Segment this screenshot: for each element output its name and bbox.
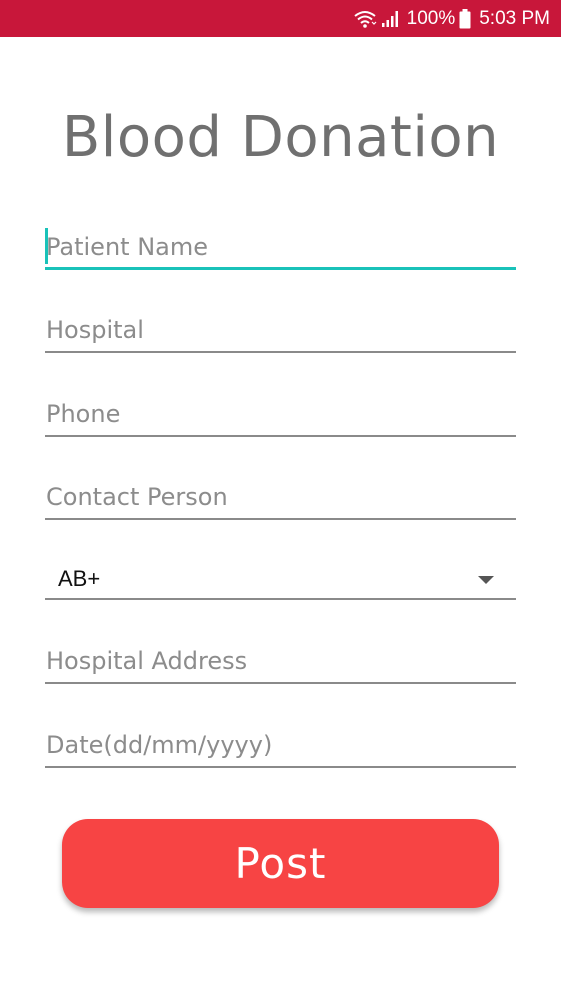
- blood-group-underline: [45, 598, 516, 600]
- status-bar: 100% 5:03 PM: [0, 0, 561, 37]
- blood-group-value: AB+: [58, 566, 101, 591]
- hospital-address-input[interactable]: [45, 640, 516, 682]
- hospital-field-wrapper: [45, 309, 516, 353]
- status-indicators: 100% 5:03 PM: [353, 0, 550, 37]
- date-underline: [45, 766, 516, 768]
- post-button[interactable]: Post: [62, 819, 499, 908]
- text-cursor: [45, 228, 48, 264]
- contact-person-field-wrapper: [45, 476, 516, 520]
- patient-name-input[interactable]: [45, 226, 516, 268]
- patient-name-field-wrapper: [45, 226, 516, 270]
- date-field-wrapper: [45, 724, 516, 768]
- phone-field-wrapper: [45, 393, 516, 437]
- dropdown-arrow-icon[interactable]: [478, 576, 494, 584]
- battery-icon: [459, 8, 471, 29]
- phone-input[interactable]: [45, 393, 516, 435]
- contact-person-input[interactable]: [45, 476, 516, 518]
- battery-percent: 100%: [406, 7, 456, 29]
- contact-person-underline: [45, 518, 516, 520]
- hospital-underline: [45, 351, 516, 353]
- date-input[interactable]: [45, 724, 516, 766]
- hospital-address-underline: [45, 682, 516, 684]
- wifi-icon: [353, 10, 377, 28]
- hospital-address-field-wrapper: [45, 640, 516, 684]
- patient-name-underline: [45, 267, 516, 270]
- clock: 5:03 PM: [479, 7, 550, 29]
- hospital-input[interactable]: [45, 309, 516, 351]
- signal-icon: [381, 10, 401, 28]
- phone-underline: [45, 435, 516, 437]
- page-title: Blood Donation: [61, 105, 500, 170]
- blood-group-select[interactable]: AB+: [45, 560, 516, 600]
